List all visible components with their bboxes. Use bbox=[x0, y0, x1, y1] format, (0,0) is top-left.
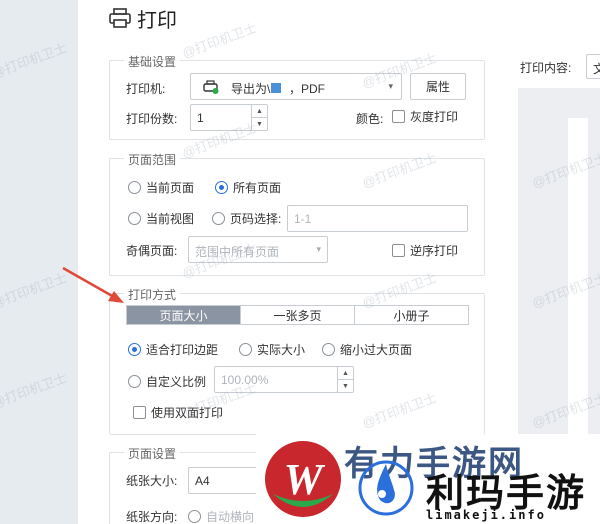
actual-size-radio-dot[interactable] bbox=[239, 343, 252, 356]
increment-icon[interactable]: ▲ bbox=[252, 105, 267, 117]
custom-scale-label: 自定义比例 bbox=[146, 375, 207, 389]
printer-status-icon bbox=[203, 80, 219, 94]
printer-value-tail: ，PDF bbox=[289, 82, 326, 96]
grayscale-checkbox[interactable]: 灰度打印 bbox=[392, 108, 458, 125]
basic-settings-group: 基础设置 bbox=[109, 53, 485, 140]
w-logo: W bbox=[265, 441, 341, 517]
actual-size-label: 实际大小 bbox=[257, 343, 306, 357]
basic-settings-legend: 基础设置 bbox=[124, 53, 181, 70]
paper-size-value: A4 bbox=[195, 474, 210, 488]
copies-stepper[interactable]: 1 ▲ ▼ bbox=[190, 104, 268, 131]
copies-value: 1 bbox=[197, 111, 204, 125]
tab-page-size[interactable]: 页面大小 bbox=[127, 306, 241, 324]
print-content-select[interactable]: 文 bbox=[586, 54, 600, 79]
dialog-title-text: 打印 bbox=[137, 9, 177, 32]
paper-size-label: 纸张大小: bbox=[126, 474, 178, 488]
background-window bbox=[0, 0, 78, 524]
reverse-checkbox[interactable]: 逆序打印 bbox=[392, 242, 458, 259]
fit-margins-radio[interactable]: 适合打印边距 bbox=[128, 341, 218, 358]
fit-margins-label: 适合打印边距 bbox=[146, 343, 219, 357]
page-select-placeholder: 1-1 bbox=[294, 212, 312, 226]
current-view-radio-dot[interactable] bbox=[128, 212, 141, 225]
shrink-large-label: 缩小过大页面 bbox=[340, 343, 413, 357]
auto-rotate-radio-dot[interactable] bbox=[188, 510, 201, 523]
print-content-label: 打印内容: bbox=[520, 61, 572, 75]
auto-rotate-label: 自动横向 bbox=[206, 510, 255, 524]
scale-stepper[interactable]: 100.00% ▲ ▼ bbox=[214, 366, 354, 393]
print-content-value: 文 bbox=[593, 62, 600, 76]
orientation-label: 纸张方向: bbox=[126, 510, 178, 524]
site-overlay: 有力手游网 W 利玛手游 limakeji.info bbox=[256, 434, 600, 524]
custom-scale-radio-dot[interactable] bbox=[128, 375, 141, 388]
printer-icon bbox=[109, 8, 131, 28]
all-pages-radio[interactable]: 所有页面 bbox=[215, 179, 281, 196]
page-range-legend: 页面范围 bbox=[124, 151, 181, 168]
auto-rotate-radio[interactable]: 自动横向 bbox=[188, 508, 254, 524]
copies-stepper-arrows[interactable]: ▲ ▼ bbox=[251, 105, 267, 130]
odd-even-label: 奇偶页面: bbox=[126, 244, 178, 258]
current-page-radio[interactable]: 当前页面 bbox=[128, 179, 194, 196]
decrement-icon[interactable]: ▼ bbox=[338, 379, 353, 392]
water-drop-logo bbox=[358, 460, 414, 516]
printer-value: 导出为\ bbox=[231, 82, 271, 96]
page-setup-legend: 页面设置 bbox=[124, 445, 181, 462]
current-view-radio[interactable]: 当前视图 bbox=[128, 210, 194, 227]
properties-button[interactable]: 属性 bbox=[410, 73, 466, 100]
odd-even-value: 范围中所有页面 bbox=[195, 245, 280, 259]
print-method-tabs: 页面大小 一张多页 小册子 bbox=[126, 305, 469, 325]
current-page-radio-dot[interactable] bbox=[128, 181, 141, 194]
printer-label: 打印机: bbox=[126, 82, 166, 96]
page-select-radio[interactable]: 页码选择: bbox=[212, 210, 281, 227]
grayscale-checkbox-box[interactable] bbox=[392, 110, 405, 123]
shrink-large-radio-dot[interactable] bbox=[322, 343, 335, 356]
dialog-title: 打印 bbox=[109, 4, 177, 32]
overlay-url: limakeji.info bbox=[426, 508, 546, 522]
shrink-large-radio[interactable]: 缩小过大页面 bbox=[322, 341, 412, 358]
current-page-label: 当前页面 bbox=[146, 181, 195, 195]
actual-size-radio[interactable]: 实际大小 bbox=[239, 341, 305, 358]
odd-even-select[interactable]: 范围中所有页面 ▾ bbox=[188, 236, 328, 263]
all-pages-label: 所有页面 bbox=[233, 181, 282, 195]
tab-multi-page[interactable]: 一张多页 bbox=[241, 306, 355, 324]
printer-select[interactable]: 导出为\ ，PDF ▾ bbox=[190, 73, 402, 100]
chevron-down-icon: ▾ bbox=[316, 244, 321, 254]
scale-stepper-arrows[interactable]: ▲ ▼ bbox=[337, 367, 353, 392]
page-select-input[interactable]: 1-1 bbox=[287, 205, 468, 232]
scale-value: 100.00% bbox=[221, 373, 269, 387]
preview-page bbox=[568, 118, 588, 436]
tab-booklet[interactable]: 小册子 bbox=[355, 306, 468, 324]
grayscale-label: 灰度打印 bbox=[410, 110, 459, 124]
duplex-label: 使用双面打印 bbox=[151, 406, 224, 420]
fit-margins-radio-dot[interactable] bbox=[128, 343, 141, 356]
current-view-label: 当前视图 bbox=[146, 212, 195, 226]
all-pages-radio-dot[interactable] bbox=[215, 181, 228, 194]
reverse-label: 逆序打印 bbox=[410, 244, 459, 258]
increment-icon[interactable]: ▲ bbox=[338, 367, 353, 379]
page-select-radio-dot[interactable] bbox=[212, 212, 225, 225]
print-method-legend: 打印方式 bbox=[124, 286, 181, 303]
chevron-down-icon: ▾ bbox=[388, 81, 393, 91]
duplex-checkbox[interactable]: 使用双面打印 bbox=[133, 404, 223, 421]
page-select-label: 页码选择: bbox=[230, 212, 282, 226]
svg-text:W: W bbox=[283, 455, 325, 504]
decrement-icon[interactable]: ▼ bbox=[252, 117, 267, 130]
color-label: 颜色: bbox=[356, 112, 384, 126]
reverse-checkbox-box[interactable] bbox=[392, 244, 405, 257]
custom-scale-radio[interactable]: 自定义比例 bbox=[128, 373, 206, 390]
printer-color-swatch bbox=[271, 83, 281, 93]
duplex-checkbox-box[interactable] bbox=[133, 406, 146, 419]
copies-label: 打印份数: bbox=[126, 112, 178, 126]
